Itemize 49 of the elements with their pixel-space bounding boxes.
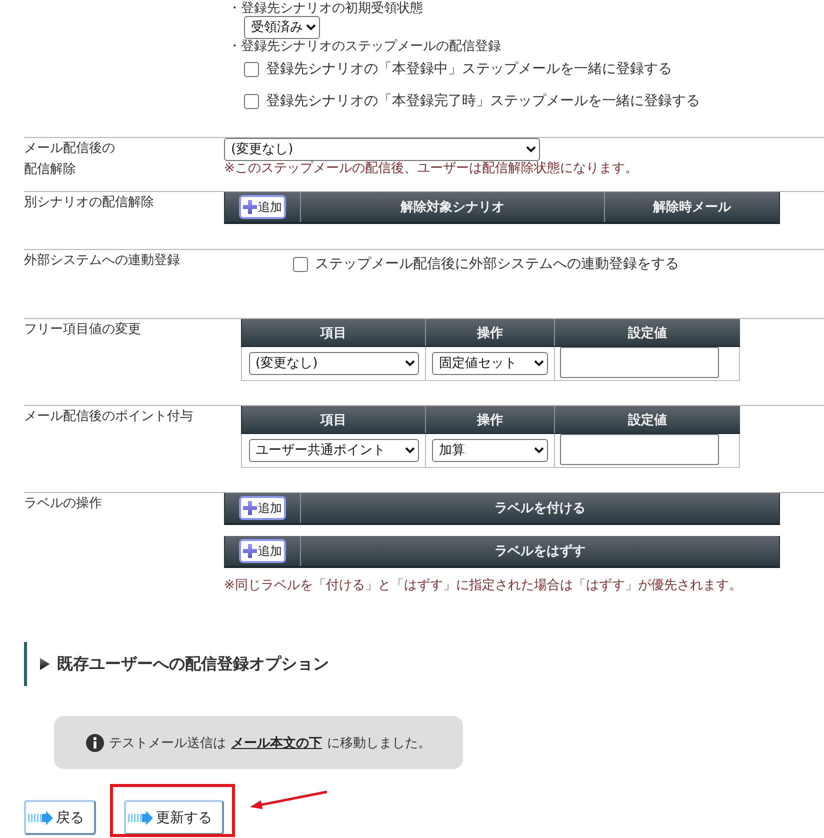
update-button[interactable]: 更新する (124, 800, 224, 835)
info-message: テストメール送信は メール本文の下 に移動しました。 (109, 734, 431, 752)
triangle-icon[interactable] (40, 658, 50, 670)
dropdown[interactable]: (変更なし) (248, 352, 418, 375)
checkbox-label[interactable]: ステップメール配信後に外部システムへの連動登録をする (315, 255, 679, 273)
column-header: 解除時メール (653, 199, 731, 216)
plus-icon (243, 200, 257, 214)
arrow-icon (28, 810, 53, 824)
column-header: 操作 (426, 319, 554, 346)
dropdown[interactable]: 加算 (432, 439, 548, 462)
column-header: ラベルをはずす (494, 543, 586, 560)
add-button[interactable]: 追加 (239, 195, 286, 219)
section-label: メール配信後の配信解除 (24, 140, 116, 179)
note-text: ※同じラベルを「付ける」と「はずす」に指定された場合は「はずす」が優先されます。 (224, 578, 742, 594)
field-label: ・登録先シナリオのステップメールの配信登録 (228, 39, 501, 54)
column-header: 項目 (242, 406, 426, 434)
add-button[interactable]: 追加 (239, 539, 286, 563)
column-header: 操作 (426, 406, 554, 434)
dropdown[interactable]: 受領済み (244, 16, 320, 39)
field-label: ・登録先シナリオの初期受領状態 (228, 1, 423, 16)
checkbox-label[interactable]: 登録先シナリオの「本登録完了時」ステップメールを一緒に登録する (266, 92, 700, 110)
value-field[interactable] (560, 347, 719, 378)
checkbox[interactable] (244, 94, 259, 108)
column-header: 設定値 (554, 406, 740, 434)
section-label: ラベルの操作 (24, 495, 102, 513)
mail-body-link[interactable]: メール本文の下 (231, 736, 322, 750)
section-label: 別シナリオの配信解除 (24, 194, 154, 212)
dropdown[interactable]: 固定値セット (432, 352, 548, 375)
info-icon (86, 734, 104, 752)
note-text: ※このステップメールの配信後、ユーザーは配信解除状態になります。 (224, 161, 638, 177)
checkbox[interactable] (293, 256, 308, 272)
dropdown[interactable]: (変更なし) (224, 138, 540, 161)
value-field[interactable] (560, 434, 719, 465)
checkbox[interactable] (244, 62, 259, 76)
section-label: フリー項目値の変更 (24, 321, 141, 339)
plus-icon (243, 501, 257, 515)
section-label: 外部システムへの連動登録 (24, 252, 180, 270)
column-header: 解除対象シナリオ (400, 198, 504, 216)
dropdown[interactable]: ユーザー共通ポイント (248, 439, 418, 462)
back-button[interactable]: 戻る (24, 800, 96, 835)
plus-icon (243, 544, 257, 558)
column-header: 項目 (242, 319, 426, 346)
section-label: メール配信後のポイント付与 (24, 408, 193, 426)
column-header: ラベルを付ける (494, 500, 586, 517)
arrow-icon (128, 810, 153, 824)
section-title[interactable]: 既存ユーザーへの配信登録オプション (57, 654, 329, 674)
add-button[interactable]: 追加 (239, 496, 286, 520)
column-header: 設定値 (554, 319, 740, 346)
checkbox-label[interactable]: 登録先シナリオの「本登録中」ステップメールを一緒に登録する (266, 60, 672, 78)
